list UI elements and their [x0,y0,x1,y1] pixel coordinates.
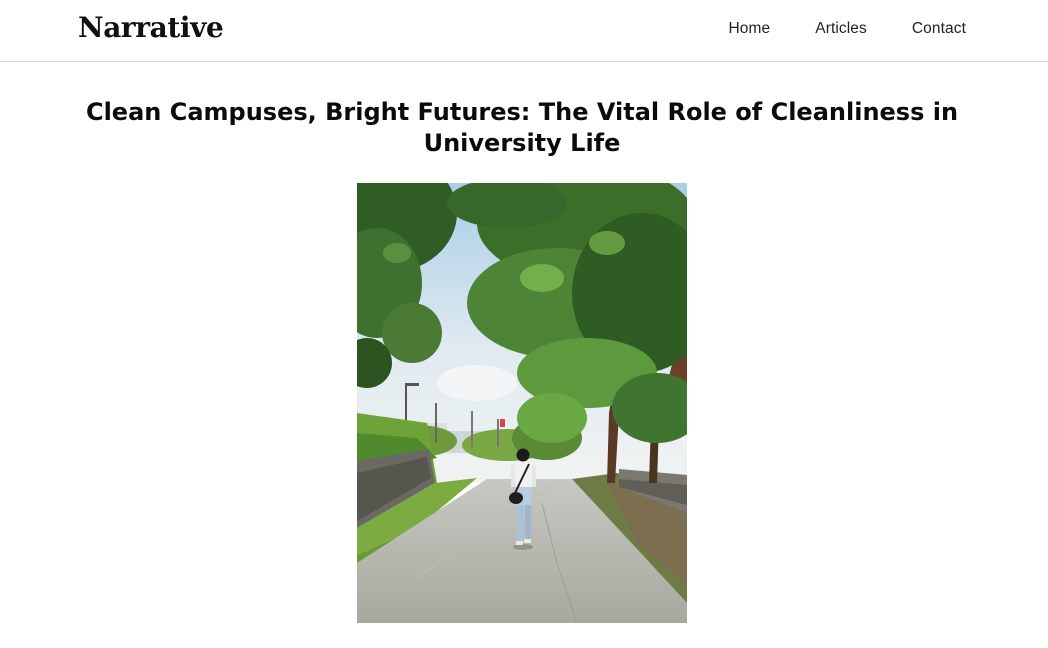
site-header: Narrative Home Articles Contact [0,0,1048,62]
nav-link-home[interactable]: Home [729,20,771,38]
main-nav: Home Articles Contact [729,20,967,38]
article-title: Clean Campuses, Bright Futures: The Vita… [85,98,959,157]
article-hero-image [357,183,687,623]
site-logo[interactable]: Narrative [78,11,224,44]
nav-link-articles[interactable]: Articles [815,20,867,38]
nav-link-contact[interactable]: Contact [912,20,966,38]
